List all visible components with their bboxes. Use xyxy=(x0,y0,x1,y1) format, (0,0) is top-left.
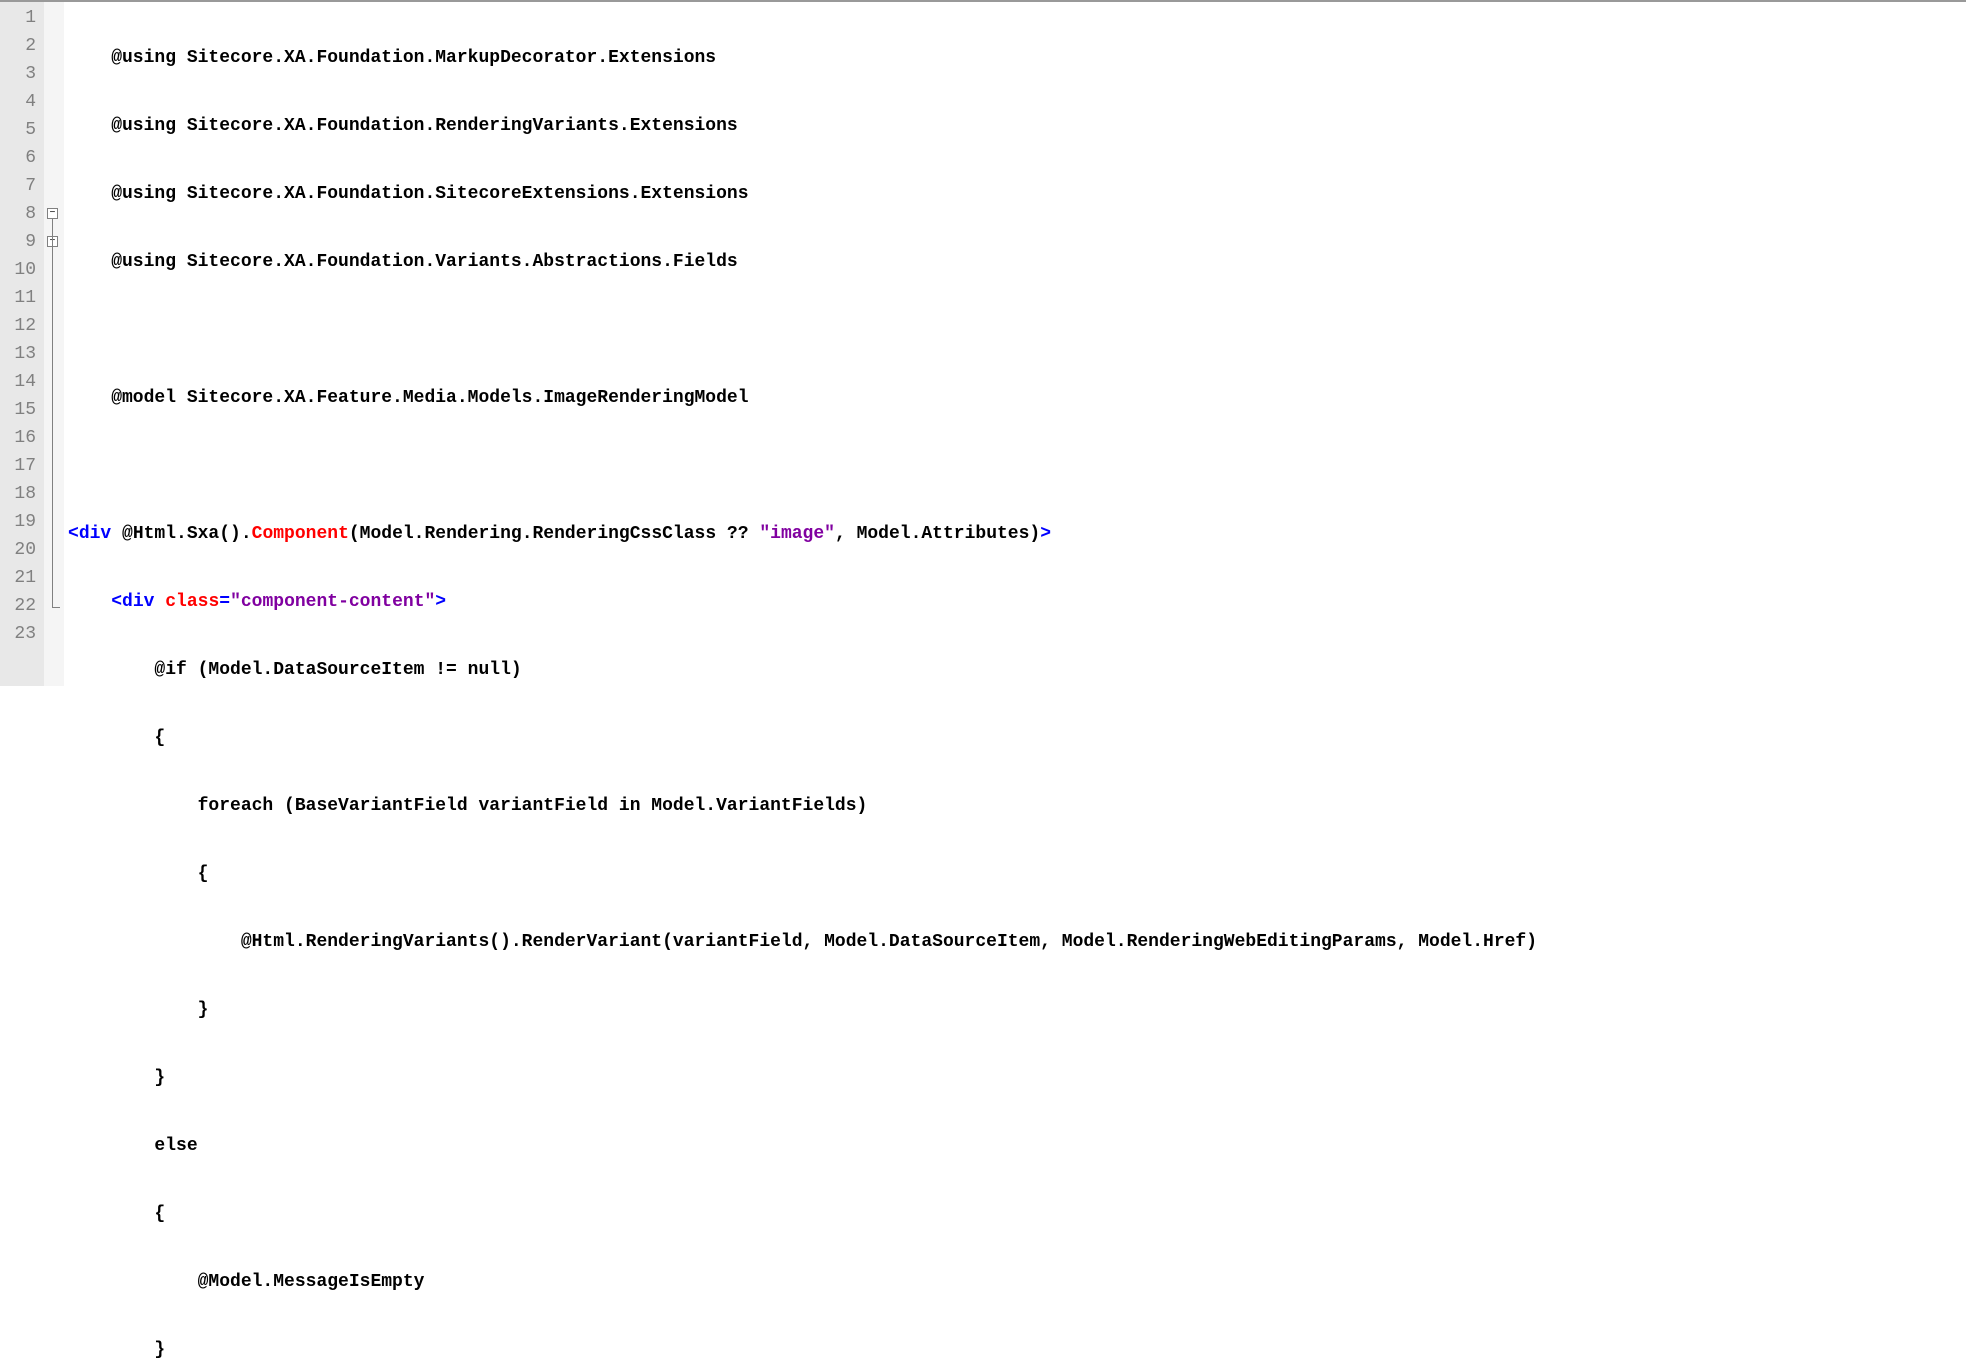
line-number: 16 xyxy=(4,424,36,452)
code-editor[interactable]: 1 2 3 4 5 6 7 8 9 10 11 12 13 14 15 16 1… xyxy=(0,0,1966,686)
code-line[interactable]: } xyxy=(68,996,1966,1024)
tag-bracket: > xyxy=(435,592,446,612)
line-number: 20 xyxy=(4,536,36,564)
line-number: 21 xyxy=(4,564,36,592)
code-line[interactable]: { xyxy=(68,724,1966,752)
code-line[interactable]: @using Sitecore.XA.Foundation.Variants.A… xyxy=(68,248,1966,276)
string-literal: "image" xyxy=(759,524,835,544)
code-line[interactable]: @Html.RenderingVariants().RenderVariant(… xyxy=(68,928,1966,956)
line-number: 13 xyxy=(4,340,36,368)
code-line[interactable]: else xyxy=(68,1132,1966,1160)
code-line[interactable] xyxy=(68,452,1966,480)
method-name: Component xyxy=(252,524,349,544)
line-number: 12 xyxy=(4,312,36,340)
line-number: 9 xyxy=(4,228,36,256)
code-line[interactable]: @using Sitecore.XA.Foundation.SitecoreEx… xyxy=(68,180,1966,208)
fold-guide-end xyxy=(52,607,60,608)
code-line[interactable]: @using Sitecore.XA.Foundation.MarkupDeco… xyxy=(68,44,1966,72)
line-number: 8 xyxy=(4,200,36,228)
line-number: 23 xyxy=(4,620,36,648)
line-number-gutter: 1 2 3 4 5 6 7 8 9 10 11 12 13 14 15 16 1… xyxy=(0,2,44,686)
tag-bracket: < xyxy=(68,524,79,544)
code-line[interactable]: <div @Html.Sxa().Component(Model.Renderi… xyxy=(68,520,1966,548)
tag-bracket: < xyxy=(68,592,122,612)
fold-toggle-icon[interactable]: − xyxy=(47,208,58,219)
line-number: 10 xyxy=(4,256,36,284)
code-area[interactable]: @using Sitecore.XA.Foundation.MarkupDeco… xyxy=(64,2,1966,686)
code-line[interactable]: @if (Model.DataSourceItem != null) xyxy=(68,656,1966,684)
code-line[interactable]: { xyxy=(68,860,1966,888)
line-number: 7 xyxy=(4,172,36,200)
line-number: 3 xyxy=(4,60,36,88)
code-line[interactable]: @model Sitecore.XA.Feature.Media.Models.… xyxy=(68,384,1966,412)
string-literal: "component-content" xyxy=(230,592,435,612)
line-number: 1 xyxy=(4,4,36,32)
fold-guide-line xyxy=(52,219,53,607)
tag-name: div xyxy=(79,524,111,544)
code-line[interactable]: } xyxy=(68,1336,1966,1364)
code-line[interactable]: } xyxy=(68,1064,1966,1092)
line-number: 17 xyxy=(4,452,36,480)
code-line[interactable]: foreach (BaseVariantField variantField i… xyxy=(68,792,1966,820)
code-text: @Html.Sxa(). xyxy=(111,524,251,544)
line-number: 5 xyxy=(4,116,36,144)
fold-gutter: − − xyxy=(44,2,64,686)
line-number: 19 xyxy=(4,508,36,536)
code-line[interactable]: <div class="component-content"> xyxy=(68,588,1966,616)
tag-bracket: > xyxy=(1040,524,1051,544)
tag-name: div xyxy=(122,592,154,612)
code-line[interactable]: { xyxy=(68,1200,1966,1228)
code-line[interactable]: @Model.MessageIsEmpty xyxy=(68,1268,1966,1296)
line-number: 15 xyxy=(4,396,36,424)
line-number: 6 xyxy=(4,144,36,172)
line-number: 2 xyxy=(4,32,36,60)
code-text: , Model.Attributes) xyxy=(835,524,1040,544)
line-number: 4 xyxy=(4,88,36,116)
line-number: 22 xyxy=(4,592,36,620)
line-number: 14 xyxy=(4,368,36,396)
line-number: 18 xyxy=(4,480,36,508)
code-text: (Model.Rendering.RenderingCssClass ?? xyxy=(349,524,759,544)
attr-name: class xyxy=(165,592,219,612)
line-number: 11 xyxy=(4,284,36,312)
code-line[interactable]: @using Sitecore.XA.Foundation.RenderingV… xyxy=(68,112,1966,140)
code-line[interactable] xyxy=(68,316,1966,344)
